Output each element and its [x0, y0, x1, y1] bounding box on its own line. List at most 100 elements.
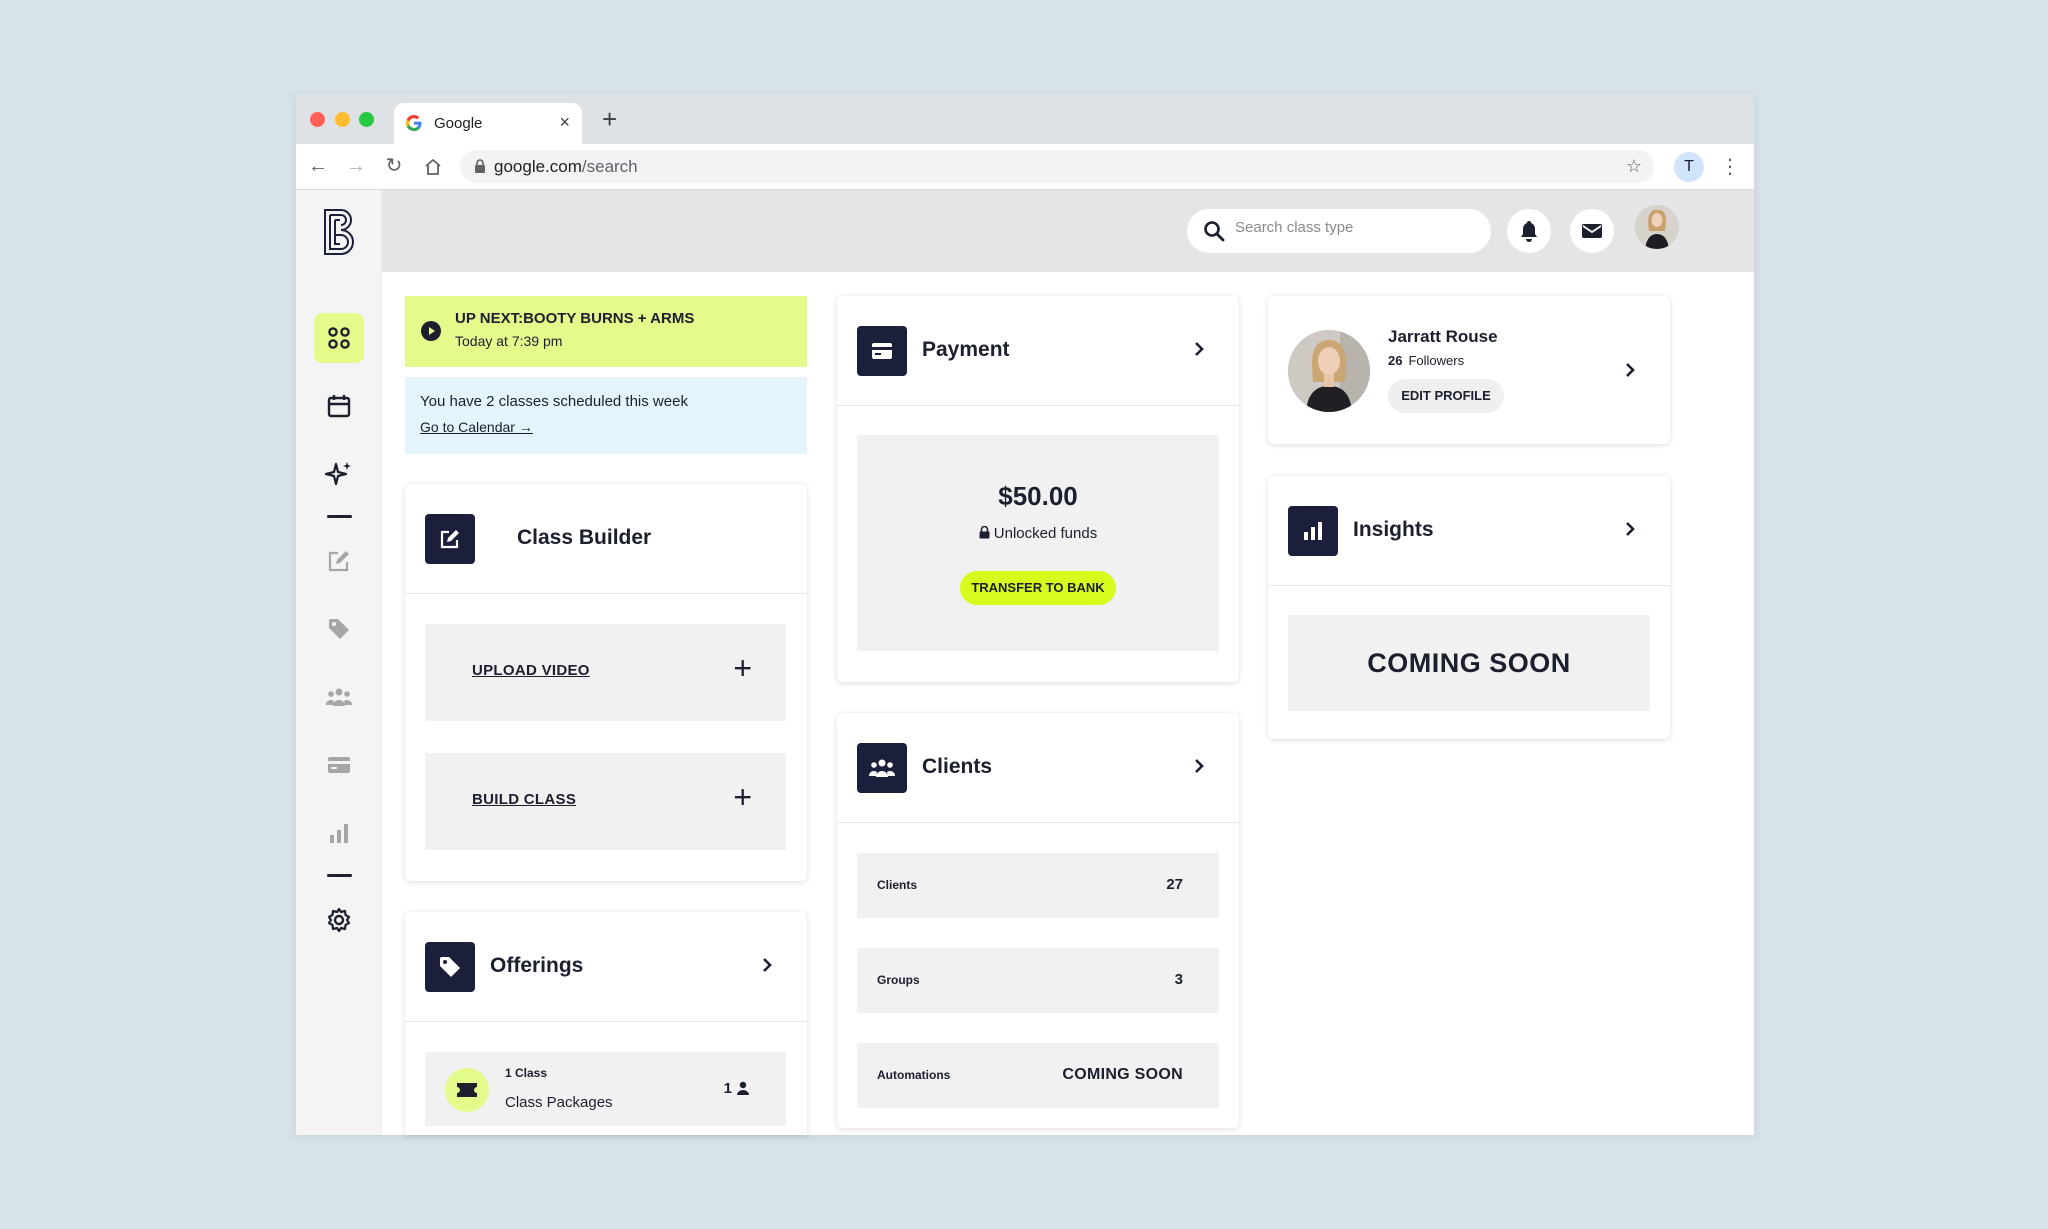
up-next-time: Today at 7:39 pm: [455, 333, 563, 349]
browser-tab[interactable]: Google ×: [394, 103, 582, 144]
play-icon: [421, 321, 441, 341]
reload-icon[interactable]: ↻: [382, 154, 406, 178]
top-bar: [382, 190, 1754, 272]
upload-video-row[interactable]: UPLOAD VIDEO +: [425, 624, 786, 721]
calendar-icon: [327, 395, 351, 418]
unlocked-funds-text: Unlocked funds: [993, 525, 1098, 542]
offerings-title: Offerings: [490, 954, 584, 977]
sidebar-item-settings[interactable]: [314, 895, 364, 945]
tag-icon: [440, 957, 460, 977]
search-box[interactable]: [1187, 209, 1491, 253]
minimize-window-button[interactable]: [335, 112, 350, 127]
close-window-button[interactable]: [310, 112, 325, 127]
bookmark-star-icon[interactable]: ☆: [1626, 156, 1642, 177]
package-label: Class Packages: [505, 1094, 613, 1111]
notifications-button[interactable]: [1507, 209, 1551, 253]
search-input[interactable]: [1235, 219, 1475, 236]
search-icon: [1204, 221, 1225, 242]
up-next-banner[interactable]: UP NEXT:BOOTY BURNS + ARMS Today at 7:39…: [405, 296, 807, 367]
tab-close-icon[interactable]: ×: [559, 112, 570, 133]
sidebar-divider: [327, 515, 352, 518]
mail-icon: [1582, 224, 1602, 238]
stat-value: COMING SOON: [1062, 1066, 1183, 1083]
browser-menu-icon[interactable]: ⋮: [1720, 154, 1740, 179]
clients-card: Clients Clients 27 Groups 3 Automations …: [837, 713, 1239, 1128]
sidebar-item-dashboard[interactable]: [314, 313, 364, 363]
class-builder-card: Class Builder UPLOAD VIDEO + BUILD CLASS…: [405, 484, 807, 881]
week-summary: You have 2 classes scheduled this week G…: [405, 377, 807, 454]
upload-video-link[interactable]: UPLOAD VIDEO: [472, 662, 590, 679]
package-class-count: 1 Class: [505, 1066, 548, 1080]
lock-icon: [475, 159, 485, 173]
calendar-link[interactable]: Go to Calendar →: [420, 419, 533, 435]
browser-profile-avatar[interactable]: T: [1674, 152, 1704, 182]
plus-icon[interactable]: +: [733, 650, 752, 687]
clients-icon-box: [857, 743, 907, 793]
home-icon[interactable]: [424, 158, 442, 176]
gear-icon: [327, 907, 351, 933]
payment-header[interactable]: Payment: [837, 296, 1239, 406]
sidebar-item-tags[interactable]: [314, 604, 364, 654]
chevron-right-icon[interactable]: [1193, 340, 1205, 358]
funds-amount: $50.00: [998, 481, 1078, 511]
user-avatar[interactable]: [1635, 205, 1679, 249]
chevron-right-icon[interactable]: [1624, 361, 1636, 379]
sidebar-item-payments[interactable]: [314, 740, 364, 790]
insights-header[interactable]: Insights: [1268, 476, 1670, 586]
card-icon: [872, 343, 892, 359]
sidebar-item-clients[interactable]: [314, 672, 364, 722]
payment-icon-box: [857, 326, 907, 376]
sidebar-item-edit[interactable]: [314, 536, 364, 586]
forward-arrow-icon[interactable]: →: [344, 154, 368, 178]
package-member-count: 1: [723, 1080, 732, 1097]
payment-card: Payment $50.00 Unlocked funds TRANSFER T…: [837, 296, 1239, 682]
chevron-right-icon[interactable]: [1624, 520, 1636, 538]
stat-value: 3: [1174, 971, 1183, 988]
profile-avatar[interactable]: [1288, 330, 1370, 412]
sidebar-item-insights[interactable]: [314, 808, 364, 858]
up-next-title: UP NEXT:BOOTY BURNS + ARMS: [455, 310, 695, 327]
sidebar-divider: [327, 874, 352, 877]
chevron-right-icon[interactable]: [1193, 757, 1205, 775]
funds-panel: $50.00 Unlocked funds TRANSFER TO BANK: [857, 435, 1219, 651]
clients-stat-row[interactable]: Clients 27: [857, 853, 1219, 918]
build-class-link[interactable]: BUILD CLASS: [472, 791, 576, 808]
chevron-right-icon[interactable]: [761, 956, 773, 974]
clients-header[interactable]: Clients: [837, 713, 1239, 823]
stat-label: Clients: [877, 878, 918, 892]
maximize-window-button[interactable]: [359, 112, 374, 127]
insights-title: Insights: [1353, 518, 1434, 541]
edit-profile-button[interactable]: EDIT PROFILE: [1388, 379, 1504, 413]
sidebar: [296, 190, 382, 1135]
class-builder-title: Class Builder: [517, 526, 652, 549]
brand-logo[interactable]: [323, 208, 355, 256]
automations-stat-row[interactable]: Automations COMING SOON: [857, 1043, 1219, 1108]
url-text: google.com/search: [494, 157, 638, 176]
clients-title: Clients: [922, 755, 993, 778]
browser-tab-bar: Google × +: [296, 94, 1754, 144]
address-bar[interactable]: google.com/search ☆: [460, 150, 1654, 183]
sparkle-icon: [325, 462, 351, 486]
bar-chart-icon: [1304, 522, 1322, 540]
class-package-row[interactable]: 1 Class Class Packages 1: [425, 1052, 786, 1126]
plus-icon[interactable]: +: [733, 779, 752, 816]
back-arrow-icon[interactable]: ←: [306, 154, 330, 178]
week-message: You have 2 classes scheduled this week: [420, 393, 688, 410]
bell-icon: [1521, 221, 1537, 242]
sidebar-item-sparkle[interactable]: [314, 449, 364, 499]
stat-label: Groups: [877, 973, 920, 987]
class-builder-icon-box: [425, 514, 475, 564]
browser-toolbar: ← → ↻ google.com/search ☆ T ⋮: [296, 144, 1754, 190]
messages-button[interactable]: [1570, 209, 1614, 253]
profile-card[interactable]: Jarratt Rouse 26 Followers EDIT PROFILE: [1268, 296, 1670, 444]
tag-icon: [329, 619, 349, 639]
person-icon: [737, 1081, 749, 1095]
ticket-icon: [457, 1083, 477, 1097]
unlocked-funds-label: Unlocked funds: [857, 525, 1219, 542]
sidebar-item-calendar[interactable]: [314, 381, 364, 431]
build-class-row[interactable]: BUILD CLASS +: [425, 753, 786, 850]
transfer-to-bank-button[interactable]: TRANSFER TO BANK: [960, 571, 1116, 605]
offerings-header[interactable]: Offerings: [405, 912, 807, 1022]
new-tab-button[interactable]: +: [602, 104, 617, 135]
groups-stat-row[interactable]: Groups 3: [857, 948, 1219, 1013]
